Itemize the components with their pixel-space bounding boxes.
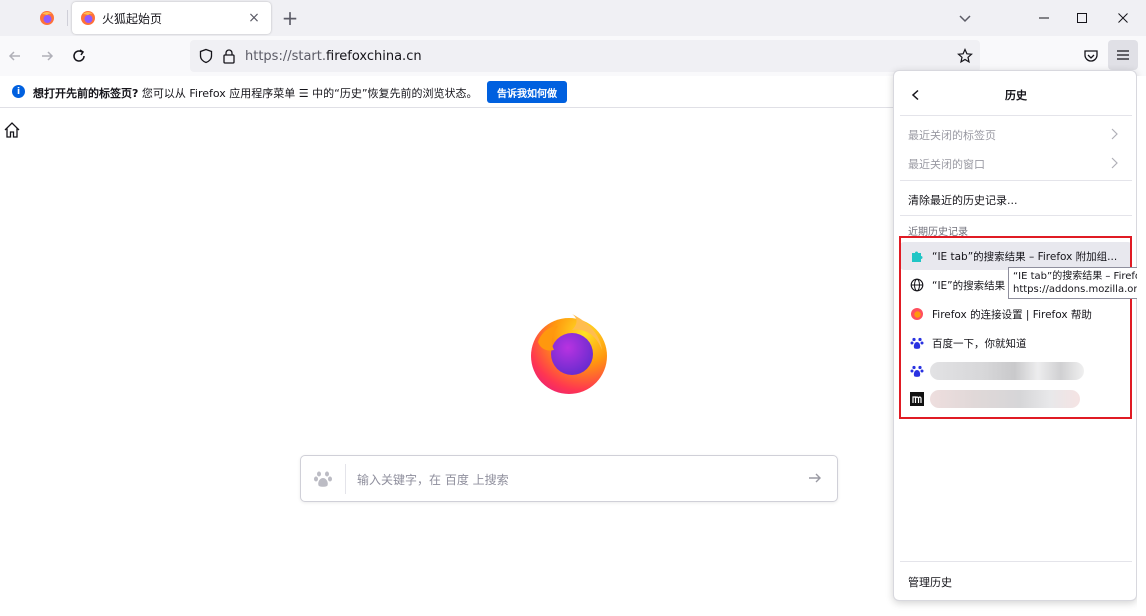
window-edge: [1137, 76, 1146, 616]
tooltip-url: https://addons.mozilla.org: [1013, 284, 1144, 295]
arrow-right-icon: [42, 51, 54, 61]
shield-icon[interactable]: [198, 48, 214, 64]
panel-separator: [900, 180, 1132, 181]
app-menu-button[interactable]: [1108, 40, 1138, 70]
firefox-logo: [531, 314, 607, 394]
minimize-button[interactable]: [1034, 8, 1054, 28]
recently-closed-windows-item[interactable]: 最近关闭的窗口: [908, 156, 985, 172]
url-text: https://start.firefoxchina.cn: [245, 49, 422, 64]
minimize-icon: [1039, 17, 1049, 19]
chevron-right-icon: [1111, 157, 1118, 169]
panel-separator: [900, 561, 1132, 562]
search-submit-button[interactable]: [805, 468, 825, 488]
tooltip-title: “IE tab”的搜索结果 – Firefox: [1013, 271, 1146, 282]
url-host: firefoxchina.cn: [326, 49, 422, 64]
url-prefix: https://start.: [245, 49, 327, 64]
pocket-icon: [1084, 50, 1098, 62]
notification-bold-text: 想打开先前的标签页?: [33, 87, 139, 100]
notification-message: 想打开先前的标签页? 您可以从 Firefox 应用程序菜单 ☰ 中的“历史”恢…: [33, 85, 478, 101]
back-button[interactable]: [4, 45, 26, 67]
notification-text: 您可以从 Firefox 应用程序菜单 ☰ 中的“历史”恢复先前的浏览状态。: [138, 87, 478, 100]
forward-button[interactable]: [36, 45, 58, 67]
chevron-down-icon: [959, 15, 971, 23]
chevron-right-icon: [1111, 128, 1118, 140]
restore-session-notification: i 想打开先前的标签页? 您可以从 Firefox 应用程序菜单 ☰ 中的“历史…: [0, 76, 893, 108]
star-icon[interactable]: [957, 48, 973, 64]
firefox-icon: [81, 11, 95, 25]
new-tab-button[interactable]: +: [278, 6, 302, 30]
reload-icon: [73, 49, 85, 62]
tab-strip: 火狐起始页 × +: [0, 0, 1146, 36]
arrow-right-icon: [809, 473, 821, 483]
url-bar[interactable]: https://start.firefoxchina.cn: [190, 40, 980, 72]
close-icon: [1118, 13, 1128, 23]
baidu-paw-icon: [314, 471, 332, 487]
firefox-icon: [40, 11, 54, 25]
tell-me-how-button[interactable]: 告诉我如何做: [487, 81, 567, 103]
panel-separator: [900, 115, 1132, 116]
tab-active[interactable]: 火狐起始页 ×: [72, 2, 271, 34]
highlight-box: [899, 236, 1132, 419]
recently-closed-tabs-item[interactable]: 最近关闭的标签页: [908, 127, 996, 143]
info-icon: i: [12, 85, 25, 98]
maximize-button[interactable]: [1072, 8, 1092, 28]
panel-separator: [900, 215, 1132, 216]
hamburger-icon: [1117, 50, 1129, 60]
list-all-tabs-button[interactable]: [955, 8, 975, 28]
search-box[interactable]: 输入关键字，在 百度 上搜索: [300, 455, 838, 502]
maximize-icon: [1077, 13, 1087, 23]
panel-title: 历史: [1005, 89, 1027, 102]
tab-close-button[interactable]: ×: [245, 9, 263, 27]
reload-button[interactable]: [68, 45, 90, 67]
lock-icon[interactable]: [222, 48, 236, 64]
search-placeholder: 输入关键字，在 百度 上搜索: [357, 473, 509, 487]
home-icon[interactable]: [2, 120, 22, 140]
pinned-firefox-tab[interactable]: [30, 5, 64, 31]
history-tooltip: “IE tab”的搜索结果 – Firefox https://addons.m…: [1008, 267, 1146, 299]
search-divider: [345, 464, 346, 494]
clear-recent-history-item[interactable]: 清除最近的历史记录...: [908, 192, 1018, 208]
window-close-button[interactable]: [1113, 8, 1133, 28]
tab-divider: [67, 10, 68, 26]
pocket-button[interactable]: [1080, 45, 1102, 67]
tab-title: 火狐起始页: [102, 11, 163, 26]
arrow-left-icon: [8, 51, 20, 61]
manage-history-item[interactable]: 管理历史: [908, 574, 952, 590]
